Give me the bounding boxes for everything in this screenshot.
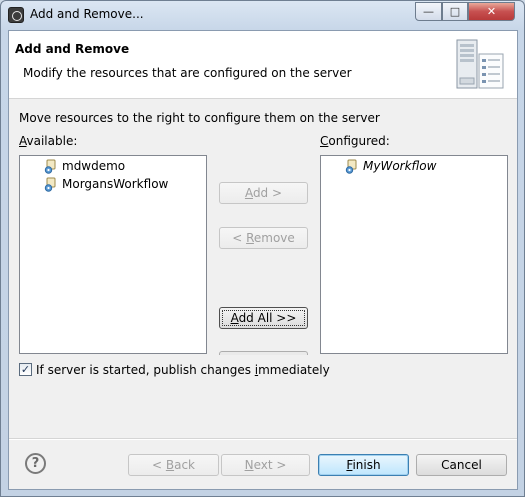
publish-label-rest: mmediately bbox=[258, 363, 330, 377]
publish-label-prefix: If server is started, publish changes bbox=[36, 363, 255, 377]
server-icon bbox=[456, 39, 504, 89]
add-all-button-mnemonic: A bbox=[230, 311, 239, 325]
finish-button-rest: inish bbox=[352, 458, 381, 472]
publish-checkbox[interactable]: ✓ bbox=[19, 363, 32, 376]
configured-label-rest: onfigured: bbox=[328, 134, 390, 148]
remove-button-rest: emove bbox=[253, 231, 295, 245]
available-label-rest: vailable: bbox=[26, 134, 78, 148]
instruction-text: Move resources to the right to configure… bbox=[19, 111, 380, 125]
back-button-rest: ack bbox=[174, 458, 195, 472]
configured-label: Configured: bbox=[320, 134, 390, 148]
available-label: Available: bbox=[19, 134, 77, 148]
next-button-mnemonic: N bbox=[244, 458, 254, 472]
project-resource-icon bbox=[345, 159, 357, 174]
back-button-prefix: < bbox=[151, 458, 166, 472]
add-button[interactable]: Add > bbox=[219, 182, 308, 204]
add-button-mnemonic: A bbox=[244, 186, 253, 200]
remove-all-button-partial[interactable] bbox=[219, 351, 308, 355]
available-label-mnemonic: A bbox=[19, 134, 27, 148]
maximize-icon[interactable]: □ bbox=[442, 2, 468, 21]
add-all-button[interactable]: Add All >> bbox=[219, 307, 308, 329]
help-icon[interactable]: ? bbox=[25, 453, 46, 474]
dialog-body: Add and Remove Modify the resources that… bbox=[8, 30, 518, 490]
list-item-label: mdwdemo bbox=[62, 159, 126, 173]
back-button-mnemonic: B bbox=[165, 458, 175, 472]
eclipse-app-icon bbox=[8, 7, 24, 23]
page-title: Add and Remove bbox=[15, 42, 130, 56]
window-title: Add and Remove... bbox=[30, 7, 144, 21]
page-description: Modify the resources that are configured… bbox=[23, 66, 352, 80]
close-icon[interactable]: ✕ bbox=[468, 2, 515, 21]
add-all-button-rest: dd All >> bbox=[238, 311, 297, 325]
project-resource-icon bbox=[44, 159, 56, 174]
list-item-label: MyWorkflow bbox=[363, 159, 437, 173]
publish-checkbox-label: If server is started, publish changes im… bbox=[36, 363, 330, 377]
wizard-header: Add and Remove Modify the resources that… bbox=[9, 31, 517, 99]
remove-button-prefix: < bbox=[232, 231, 247, 245]
list-item-label: MorgansWorkflow bbox=[62, 177, 169, 191]
available-list[interactable]: mdwdemo MorgansWorkflow bbox=[19, 155, 207, 354]
minimize-icon[interactable]: — bbox=[415, 2, 442, 21]
remove-button-mnemonic: R bbox=[246, 231, 254, 245]
dialog-window: Add and Remove... — □ ✕ Add and Remove M… bbox=[0, 0, 525, 497]
footer-separator bbox=[9, 438, 517, 440]
finish-button[interactable]: Finish bbox=[318, 454, 409, 476]
remove-button[interactable]: < Remove bbox=[219, 227, 308, 249]
next-button-rest: ext > bbox=[253, 458, 287, 472]
configured-list[interactable]: MyWorkflow bbox=[320, 155, 508, 354]
cancel-button[interactable]: Cancel bbox=[416, 454, 507, 476]
project-resource-icon bbox=[44, 177, 56, 192]
title-bar[interactable]: Add and Remove... — □ ✕ bbox=[1, 1, 524, 29]
next-button[interactable]: Next > bbox=[221, 454, 310, 476]
back-button[interactable]: < Back bbox=[128, 454, 219, 476]
add-button-rest: dd > bbox=[252, 186, 283, 200]
